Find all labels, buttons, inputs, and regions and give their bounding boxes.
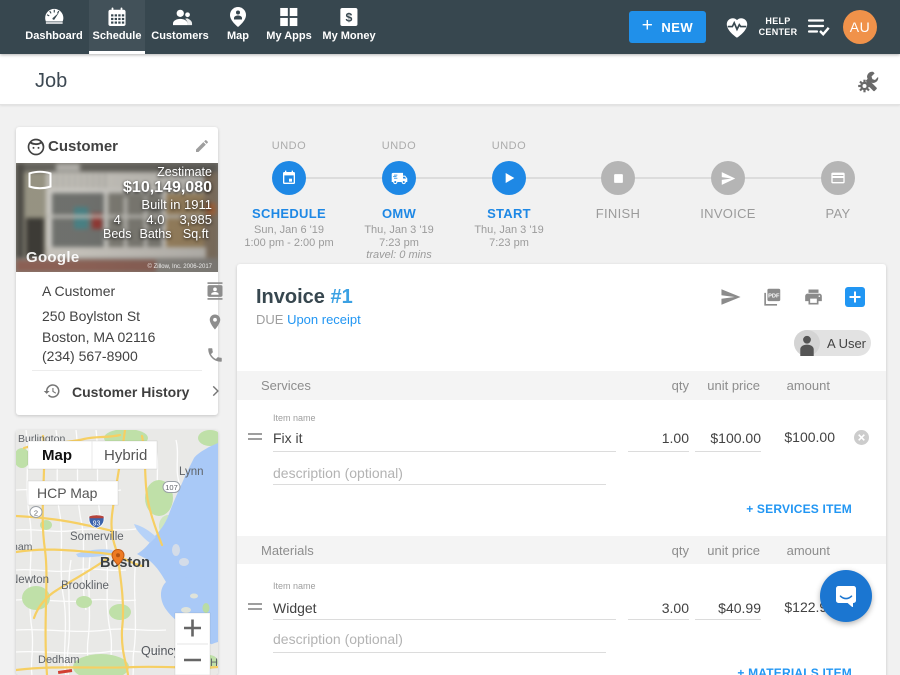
- svg-text:Boston: Boston: [100, 555, 150, 571]
- svg-text:107: 107: [165, 483, 178, 492]
- svg-text:HCP Map: HCP Map: [37, 485, 98, 501]
- svg-text:Somerville: Somerville: [70, 531, 124, 543]
- svg-text:Hybrid: Hybrid: [104, 447, 147, 464]
- svg-text:Map: Map: [42, 447, 72, 464]
- svg-text:93: 93: [93, 521, 101, 528]
- svg-text:Hi: Hi: [210, 657, 218, 669]
- svg-text:ham: ham: [16, 541, 33, 553]
- svg-text:Lynn: Lynn: [179, 466, 204, 478]
- svg-text:Brookline: Brookline: [61, 580, 109, 592]
- svg-text:Dedham: Dedham: [38, 654, 80, 666]
- svg-text:PDF: PDF: [768, 294, 780, 300]
- svg-text:Newton: Newton: [16, 574, 49, 586]
- svg-text:2: 2: [34, 509, 38, 518]
- svg-text:$: $: [346, 11, 353, 25]
